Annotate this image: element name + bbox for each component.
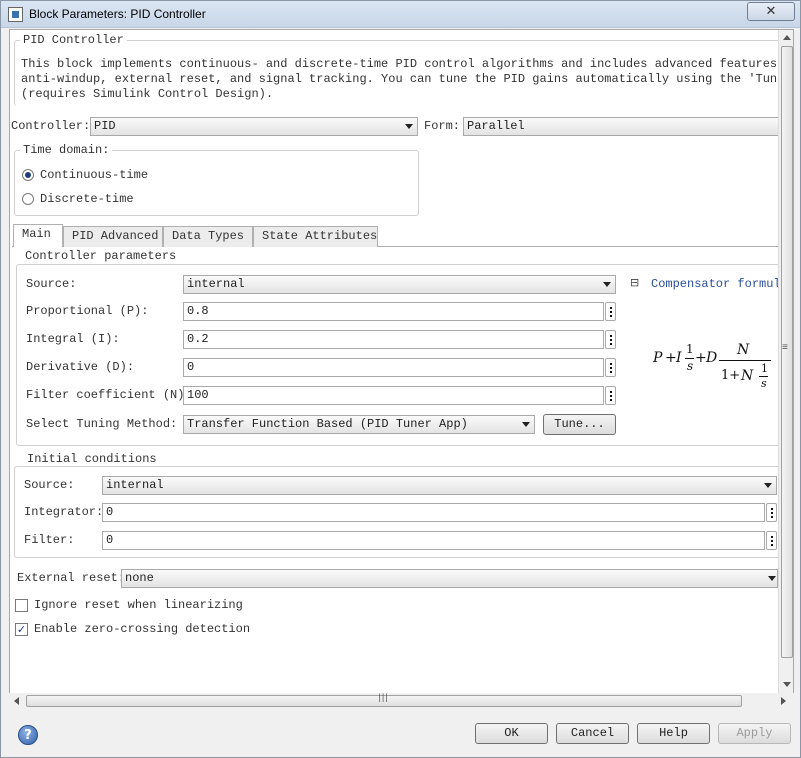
apply-button[interactable]: Apply — [718, 723, 791, 744]
time-domain-group — [14, 150, 419, 216]
title-bar[interactable]: Block Parameters: PID Controller ✕ — [1, 1, 800, 28]
formula-fraction-line-2 — [719, 360, 771, 361]
help-button[interactable]: Help — [637, 723, 710, 744]
tuning-method-dropdown[interactable]: Transfer Function Based (PID Tuner App) — [183, 415, 535, 434]
derivative-label: Derivative (D): — [26, 360, 135, 374]
tab-pid-advanced[interactable]: PID Advanced — [63, 226, 163, 247]
continuous-time-label[interactable]: Continuous-time — [40, 168, 148, 182]
continuous-time-radio[interactable] — [22, 169, 34, 181]
formula-s-1: s — [687, 359, 694, 373]
scroll-left-icon[interactable] — [14, 697, 19, 705]
controller-dropdown[interactable]: PID — [90, 117, 418, 136]
formula-one-2: 1 — [761, 362, 768, 375]
external-reset-dropdown[interactable]: none — [121, 569, 778, 588]
chevron-down-icon — [764, 483, 772, 488]
ignore-reset-label[interactable]: Ignore reset when linearizing — [34, 598, 243, 612]
horizontal-scroll-grip-icon: ||| — [377, 693, 389, 703]
dialog-content: PID Controller This block implements con… — [9, 29, 794, 696]
formula-p: P — [653, 350, 663, 366]
integral-more-options-icon[interactable] — [605, 330, 616, 349]
discrete-time-label[interactable]: Discrete-time — [40, 192, 134, 206]
proportional-input[interactable]: 0.8 — [183, 302, 604, 321]
integrator-label: Integrator: — [24, 505, 104, 519]
discrete-time-radio[interactable] — [22, 193, 34, 205]
block-name: PID Controller — [20, 33, 127, 47]
proportional-label: Proportional (P): — [26, 304, 149, 318]
tuning-method-label: Select Tuning Method: — [26, 417, 178, 431]
integrator-more-options-icon[interactable] — [766, 503, 777, 522]
controller-parameters-legend: Controller parameters — [22, 249, 180, 263]
scroll-down-icon[interactable] — [783, 682, 791, 687]
tune-button[interactable]: Tune... — [543, 414, 616, 435]
chevron-down-icon — [603, 282, 611, 287]
ok-button[interactable]: OK — [475, 723, 548, 744]
formula-s-2: s — [761, 377, 767, 390]
source-dropdown[interactable]: internal — [183, 275, 616, 294]
ic-filter-input[interactable]: 0 — [102, 531, 765, 550]
horizontal-scrollbar[interactable]: ||| — [9, 693, 794, 710]
help-icon[interactable]: ? — [18, 725, 38, 745]
ignore-reset-checkbox[interactable] — [15, 599, 28, 612]
formula-d: D — [706, 350, 718, 366]
external-reset-label: External reset: — [17, 571, 126, 585]
source-value: internal — [187, 277, 245, 291]
ic-filter-more-options-icon[interactable] — [766, 531, 777, 550]
formula-one-1: 1 — [686, 342, 694, 356]
form-value: Parallel — [467, 119, 525, 133]
form-dropdown[interactable]: Parallel — [463, 117, 783, 136]
formula-n-denominator: N — [741, 368, 754, 384]
scroll-grip-icon: ≡ — [782, 343, 789, 354]
window-title: Block Parameters: PID Controller — [29, 7, 206, 21]
derivative-input[interactable]: 0 — [183, 358, 604, 377]
simulink-app-icon — [8, 7, 23, 22]
formula-i: I — [676, 350, 682, 366]
integrator-input[interactable]: 0 — [102, 503, 765, 522]
scroll-right-icon[interactable] — [781, 697, 786, 705]
collapse-toggle-icon[interactable]: ⊟ — [630, 276, 639, 289]
formula-plus-1: + — [665, 350, 677, 366]
tab-data-types[interactable]: Data Types — [163, 226, 253, 247]
chevron-down-icon — [768, 576, 776, 581]
ic-filter-label: Filter: — [24, 533, 75, 547]
filter-coefficient-input[interactable]: 100 — [183, 386, 604, 405]
ic-source-dropdown[interactable]: internal — [102, 476, 777, 495]
filter-coefficient-label: Filter coefficient (N): — [26, 388, 192, 402]
compensator-formula-link[interactable]: Compensator formula — [651, 277, 788, 291]
controller-value: PID — [94, 119, 116, 133]
derivative-more-options-icon[interactable] — [605, 358, 616, 377]
integral-label: Integral (I): — [26, 332, 120, 346]
integral-input[interactable]: 0.2 — [183, 330, 604, 349]
initial-conditions-legend: Initial conditions — [24, 452, 160, 466]
vertical-scrollbar[interactable]: ≡ — [778, 30, 793, 695]
compensator-formula: P + I 1 s + D N 1+ N 1 s — [653, 340, 773, 400]
chevron-down-icon — [522, 422, 530, 427]
source-label: Source: — [26, 277, 77, 291]
formula-n-numerator: N — [737, 342, 750, 358]
formula-plus-2: + — [695, 350, 707, 366]
external-reset-value: none — [125, 571, 154, 585]
zero-crossing-checkbox[interactable]: ✓ — [15, 623, 28, 636]
ic-source-value: internal — [106, 478, 164, 492]
time-domain-legend: Time domain: — [20, 143, 113, 157]
scroll-up-icon[interactable] — [783, 35, 791, 40]
block-description-line-3: (requires Simulink Control Design). — [21, 87, 274, 101]
filter-coefficient-more-options-icon[interactable] — [605, 386, 616, 405]
horizontal-scroll-thumb[interactable]: ||| — [26, 693, 742, 707]
block-description-line-2: anti-windup, external reset, and signal … — [21, 72, 794, 86]
block-description-line-1: This block implements continuous- and di… — [21, 57, 794, 71]
form-label: Form: — [424, 119, 461, 133]
zero-crossing-label[interactable]: Enable zero-crossing detection — [34, 622, 250, 636]
formula-one-plus: 1+ — [721, 368, 741, 383]
ic-source-label: Source: — [24, 478, 75, 492]
close-button[interactable]: ✕ — [747, 2, 795, 21]
block-parameters-dialog: Block Parameters: PID Controller ✕ PID C… — [0, 0, 801, 758]
chevron-down-icon — [405, 124, 413, 129]
proportional-more-options-icon[interactable] — [605, 302, 616, 321]
tab-state-attributes[interactable]: State Attributes — [253, 226, 378, 247]
vertical-scroll-thumb[interactable]: ≡ — [781, 46, 793, 658]
tuning-method-value: Transfer Function Based (PID Tuner App) — [187, 417, 468, 431]
controller-label: Controller: — [11, 119, 91, 133]
cancel-button[interactable]: Cancel — [556, 723, 629, 744]
tab-main[interactable]: Main — [13, 224, 63, 247]
